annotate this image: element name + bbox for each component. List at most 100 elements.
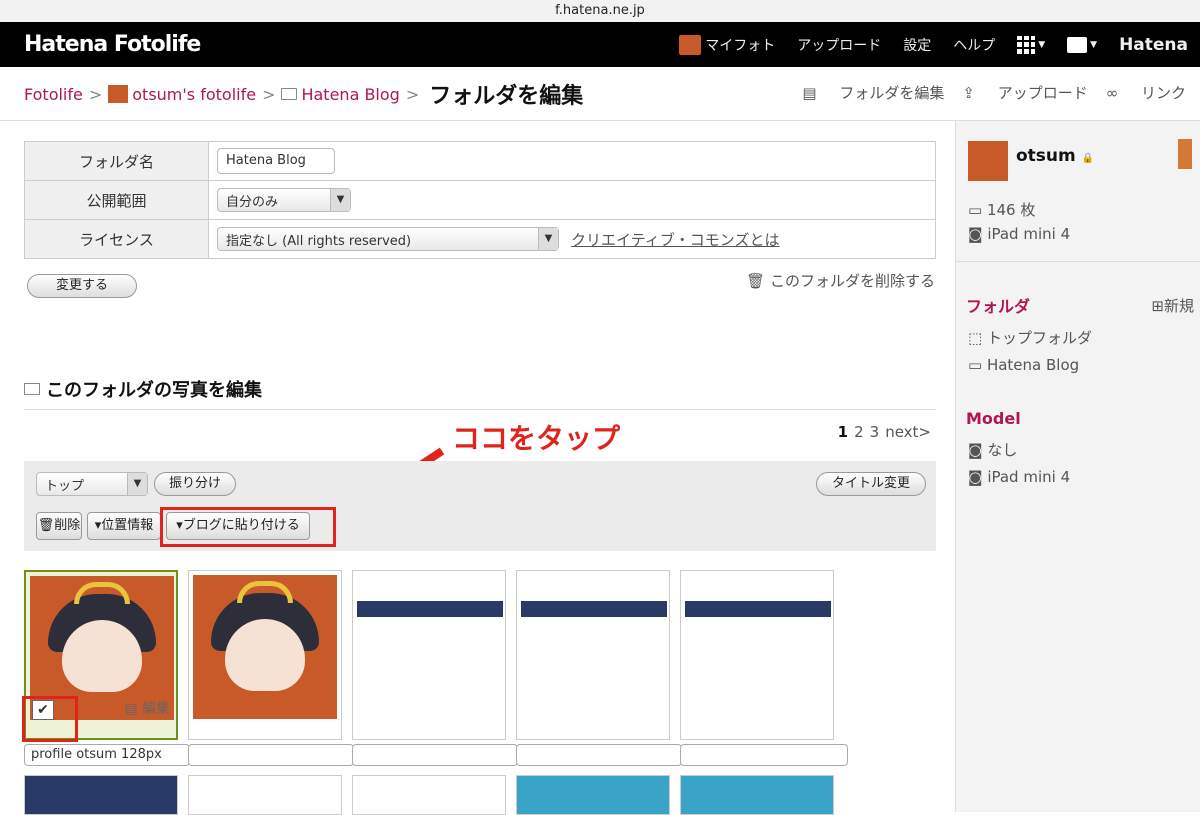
sidebar-folder-hatena-blog[interactable]: ▭ Hatena Blog bbox=[968, 356, 1079, 374]
page-3[interactable]: 3 bbox=[870, 423, 880, 441]
breadcrumb-fotolife[interactable]: Fotolife bbox=[24, 85, 83, 104]
location-label: 位置情報 bbox=[101, 518, 154, 533]
photo-caption-input[interactable] bbox=[188, 744, 354, 766]
photos-section-title-text: このフォルダの写真を編集 bbox=[46, 380, 262, 401]
sidebar-divider bbox=[956, 261, 1200, 262]
breadcrumb-separator: > bbox=[88, 84, 103, 104]
photos-section-title: このフォルダの写真を編集 bbox=[24, 376, 262, 402]
username[interactable]: otsum 🔒 bbox=[1016, 146, 1094, 166]
page-title: フォルダを編集 bbox=[429, 84, 584, 109]
apps-menu[interactable]: ▼ bbox=[1017, 35, 1045, 54]
delete-folder-link[interactable]: 🗑 このフォルダを削除する bbox=[746, 270, 935, 291]
chevron-down-icon: ▼ bbox=[127, 473, 147, 495]
creative-commons-link[interactable]: クリエイティブ・コモンズとは bbox=[571, 231, 780, 249]
sort-value: トップ bbox=[45, 478, 85, 494]
scope-label: 公開範囲 bbox=[24, 180, 209, 220]
photo-image bbox=[521, 601, 667, 701]
apps-grid-icon bbox=[1017, 35, 1036, 54]
nav-settings[interactable]: 設定 bbox=[903, 35, 931, 55]
photo-thumb-6[interactable] bbox=[24, 775, 178, 815]
device-name: ◙ iPad mini 4 bbox=[968, 225, 1071, 243]
breadcrumb: Fotolife > otsum's fotolife > Hatena Blo… bbox=[24, 78, 583, 110]
sidebar-folder-hatena-blog-label: Hatena Blog bbox=[986, 356, 1080, 374]
sidebar-model-none[interactable]: ◙ なし bbox=[968, 439, 1017, 460]
link-link[interactable]: ∞ リンク bbox=[1106, 82, 1186, 103]
photo-thumb-7[interactable] bbox=[188, 775, 342, 815]
photo-edit-label: 編集 bbox=[142, 701, 170, 717]
nav-upload[interactable]: アップロード bbox=[797, 35, 881, 55]
top-navigation-bar: Hatena Fotolife マイフォト アップロード 設定 ヘルプ ▼ ▼ … bbox=[0, 22, 1200, 67]
folder-icon bbox=[24, 383, 40, 395]
edit-folder-label: フォルダを編集 bbox=[839, 84, 945, 102]
assign-button[interactable]: 振り分け bbox=[154, 472, 236, 496]
hatena-logo[interactable]: Hatena bbox=[1119, 35, 1188, 55]
sidebar-folder-top[interactable]: ⬚ トップフォルダ bbox=[968, 327, 1092, 348]
nav-my-photo[interactable]: マイフォト bbox=[679, 34, 776, 55]
sidebar-model-ipad-label: iPad mini 4 bbox=[987, 468, 1071, 486]
edit-folder-link[interactable]: ▤ フォルダを編集 bbox=[802, 82, 944, 103]
breadcrumb-folder[interactable]: Hatena Blog bbox=[301, 85, 399, 104]
sidebar-model-ipad[interactable]: ◙ iPad mini 4 bbox=[968, 468, 1070, 486]
location-button[interactable]: ▾位置情報 bbox=[87, 512, 161, 540]
sidebar-folder-top-label: トップフォルダ bbox=[986, 329, 1092, 347]
photo-grid-row-2 bbox=[24, 775, 834, 815]
scope-select[interactable]: 自分のみ ▼ bbox=[217, 188, 351, 212]
nav-my-photo-label: マイフォト bbox=[705, 37, 776, 54]
photo-caption-input[interactable] bbox=[352, 744, 518, 766]
hatena-fotolife-logo[interactable]: Hatena Fotolife bbox=[24, 32, 201, 57]
photo-thumb-4[interactable] bbox=[516, 570, 670, 740]
photo-thumb-3[interactable] bbox=[352, 570, 506, 740]
photo-thumb-10[interactable] bbox=[680, 775, 834, 815]
upload-label: アップロード bbox=[997, 84, 1088, 102]
photo-thumb-5[interactable] bbox=[680, 570, 834, 740]
pagination: 1 2 3 next> bbox=[838, 423, 937, 441]
photo-thumb-8[interactable] bbox=[352, 775, 506, 815]
photo-thumb-2[interactable] bbox=[188, 570, 342, 740]
sidebar-model-none-label: なし bbox=[987, 441, 1018, 459]
license-label: ライセンス bbox=[24, 219, 209, 259]
page-2[interactable]: 2 bbox=[854, 423, 864, 441]
new-folder-link[interactable]: ⊞新規 bbox=[1151, 295, 1194, 316]
delete-button[interactable]: 🗑削除 bbox=[36, 512, 82, 540]
top-nav: マイフォト アップロード 設定 ヘルプ ▼ ▼ Hatena bbox=[657, 22, 1188, 67]
delete-label: 削除 bbox=[54, 518, 81, 533]
lock-icon: 🔒 bbox=[1081, 153, 1095, 164]
nav-help[interactable]: ヘルプ bbox=[953, 35, 995, 55]
license-select[interactable]: 指定なし (All rights reserved) ▼ bbox=[217, 227, 559, 251]
breadcrumb-user[interactable]: otsum's fotolife bbox=[132, 85, 256, 104]
page-actions: ▤ フォルダを編集 ⇪ アップロード ∞ リンク bbox=[784, 82, 1186, 103]
photo-caption-input[interactable] bbox=[516, 744, 682, 766]
browser-url-bar[interactable]: f.hatena.ne.jp bbox=[0, 0, 1200, 22]
breadcrumb-separator: > bbox=[405, 84, 420, 104]
chevron-down-icon: ▼ bbox=[330, 189, 350, 211]
folder-name-input[interactable]: Hatena Blog bbox=[217, 148, 335, 174]
submit-button[interactable]: 変更する bbox=[27, 274, 137, 298]
chevron-down-icon: ▼ bbox=[1090, 39, 1098, 50]
avatar[interactable] bbox=[968, 141, 1008, 181]
photo-edit-link[interactable]: ▤ 編集 bbox=[124, 698, 170, 718]
rename-button[interactable]: タイトル変更 bbox=[816, 472, 926, 496]
license-value: 指定なし (All rights reserved) bbox=[226, 233, 412, 249]
user-avatar-icon bbox=[679, 34, 702, 55]
photo-count-text: 146 枚 bbox=[986, 201, 1036, 219]
folder-icon bbox=[281, 88, 298, 100]
medal-icon bbox=[1178, 139, 1192, 169]
sort-select[interactable]: トップ ▼ bbox=[36, 472, 148, 496]
folder-heading: フォルダ bbox=[966, 297, 1031, 316]
link-label: リンク bbox=[1140, 84, 1186, 102]
new-folder-label: 新規 bbox=[1163, 297, 1194, 315]
photo-count: ▭ 146 枚 bbox=[968, 201, 1036, 219]
notifications-menu[interactable]: ▼ bbox=[1067, 36, 1098, 53]
upload-link[interactable]: ⇪ アップロード bbox=[962, 82, 1087, 103]
chevron-down-icon: ▼ bbox=[538, 228, 558, 250]
photo-image bbox=[685, 601, 831, 701]
photo-image bbox=[193, 575, 337, 719]
section-divider bbox=[24, 409, 936, 410]
photo-thumb-9[interactable] bbox=[516, 775, 670, 815]
folder-name-label: フォルダ名 bbox=[24, 141, 209, 181]
photo-caption-input[interactable]: profile otsum 128px bbox=[24, 744, 190, 766]
page-1[interactable]: 1 bbox=[838, 423, 848, 441]
comment-bubble-icon bbox=[1067, 36, 1088, 53]
next-page[interactable]: next> bbox=[885, 423, 931, 441]
photo-caption-input[interactable] bbox=[680, 744, 848, 766]
